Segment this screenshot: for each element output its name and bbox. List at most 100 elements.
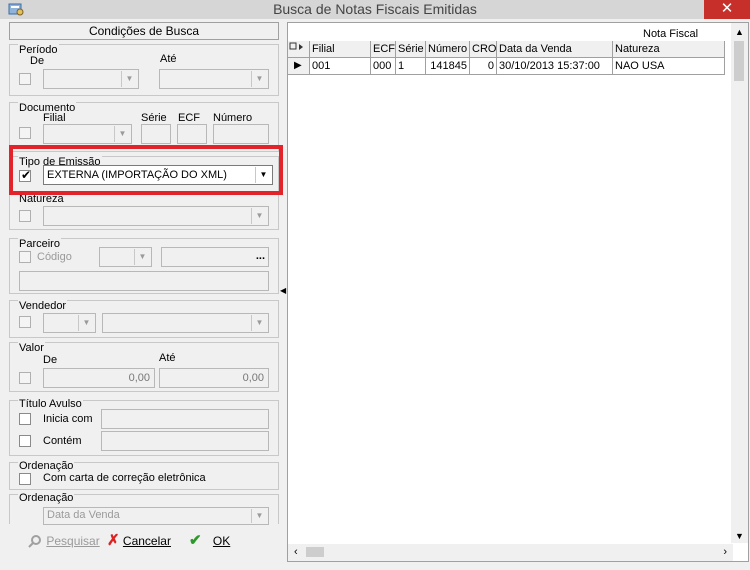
chevron-down-icon: ▼	[251, 71, 267, 87]
close-button[interactable]: ✕	[704, 0, 750, 19]
valor-group: Valor De Até 0,00 0,00	[9, 342, 279, 392]
periodo-ate-label: Até	[160, 53, 177, 65]
window-title: Busca de Notas Fiscais Emitidas	[273, 1, 477, 17]
valor-ate-input[interactable]: 0,00	[159, 368, 269, 388]
parceiro-checkbox[interactable]	[19, 251, 31, 263]
documento-checkbox[interactable]	[19, 127, 31, 139]
contem-checkbox[interactable]	[19, 435, 31, 447]
documento-serie-input[interactable]	[141, 124, 171, 144]
chevron-down-icon: ▼	[121, 71, 137, 87]
inicia-com-input[interactable]	[101, 409, 269, 429]
titulo-avulso-group: Título Avulso Inicia com Contém	[9, 398, 279, 456]
vendedor-name-dropdown[interactable]: ▼	[102, 313, 269, 333]
scroll-down-icon: ▼	[735, 531, 744, 541]
valor-de-value: 0,00	[128, 372, 150, 384]
periodo-de-dropdown[interactable]: ▼	[43, 69, 139, 89]
carta-correcao-label: Com carta de correção eletrônica	[43, 472, 206, 484]
parceiro-label: Parceiro	[18, 238, 61, 250]
carta-correcao-checkbox[interactable]	[19, 473, 31, 485]
titulo-avulso-label: Título Avulso	[18, 398, 83, 410]
parceiro-lookup-button[interactable]: ...	[256, 250, 265, 262]
cell-filial[interactable]: 001	[310, 58, 371, 75]
results-grid: Nota Fiscal Filial ECF Série Número CRO …	[287, 22, 749, 562]
valor-de-input[interactable]: 0,00	[43, 368, 155, 388]
search-conditions-panel: Condições de Busca Período De Até ▼ ▼ Do…	[9, 22, 279, 562]
chevron-down-icon: ▼	[114, 126, 130, 142]
contem-label: Contém	[43, 435, 82, 447]
parceiro-name-field	[19, 271, 269, 291]
column-header-ecf[interactable]: ECF	[371, 41, 396, 58]
chevron-down-icon: ▼	[251, 509, 267, 523]
documento-filial-dropdown[interactable]: ▼	[43, 124, 132, 144]
natureza-dropdown[interactable]: ▼	[43, 206, 269, 226]
contem-input[interactable]	[101, 431, 269, 451]
inicia-com-checkbox[interactable]	[19, 413, 31, 425]
search-icon	[28, 534, 41, 548]
ordenacao-value: Data da Venda	[47, 509, 120, 521]
periodo-group: Período De Até ▼ ▼	[9, 44, 279, 96]
title-bar: Busca de Notas Fiscais Emitidas ✕	[0, 0, 750, 19]
documento-serie-label: Série	[141, 112, 167, 124]
checkmark-icon: ✔	[189, 532, 202, 549]
ok-button[interactable]: ✔ OK	[189, 530, 230, 554]
chevron-down-icon: ▼	[78, 315, 94, 331]
valor-de-label: De	[43, 354, 58, 366]
vendedor-label: Vendedor	[18, 300, 68, 312]
parceiro-codigo-label: Código	[37, 251, 72, 263]
vendedor-code-dropdown[interactable]: ▼	[43, 313, 96, 333]
cell-cro[interactable]: 0	[470, 58, 497, 75]
vendedor-checkbox[interactable]	[19, 316, 31, 328]
grid-settings-icon	[289, 42, 303, 50]
parceiro-search-field[interactable]: ...	[161, 247, 269, 267]
valor-ate-label: Até	[159, 352, 176, 364]
horizontal-scrollbar[interactable]: ‹ ›	[288, 544, 733, 561]
valor-ate-value: 0,00	[242, 372, 264, 384]
column-header-natureza[interactable]: Natureza	[613, 41, 725, 58]
cell-numero[interactable]: 141845	[426, 58, 470, 75]
grid-group-header: Nota Fiscal	[643, 28, 699, 40]
parceiro-codigo-dropdown[interactable]: ▼	[99, 247, 152, 267]
ok-label: OK	[212, 534, 231, 548]
cell-data-venda[interactable]: 30/10/2013 15:37:00	[497, 58, 613, 75]
pesquisar-label: Pesquisar	[46, 534, 100, 548]
scroll-left-icon: ‹	[294, 546, 298, 558]
column-header-cro[interactable]: CRO	[470, 41, 497, 58]
cancelar-button[interactable]: ✗ Cancelar	[107, 530, 171, 554]
pesquisar-button[interactable]: Pesquisar	[27, 530, 100, 554]
documento-numero-label: Número	[213, 112, 253, 124]
column-header-serie[interactable]: Série	[396, 41, 426, 58]
column-header-numero[interactable]: Número	[426, 41, 470, 58]
collapse-left-icon: ◀	[280, 286, 287, 295]
vertical-scroll-thumb[interactable]	[734, 41, 744, 81]
cell-ecf[interactable]: 000	[371, 58, 396, 75]
row-indicator-icon: ▶	[288, 58, 310, 75]
valor-checkbox[interactable]	[19, 372, 31, 384]
tipo-emissao-highlight	[9, 145, 283, 195]
horizontal-scroll-thumb[interactable]	[306, 547, 324, 557]
search-conditions-header: Condições de Busca	[9, 22, 279, 40]
column-header-data-venda[interactable]: Data da Venda	[497, 41, 613, 58]
column-header-filial[interactable]: Filial	[310, 41, 371, 58]
periodo-ate-dropdown[interactable]: ▼	[159, 69, 269, 89]
periodo-checkbox[interactable]	[19, 73, 31, 85]
natureza-checkbox[interactable]	[19, 210, 31, 222]
vendedor-group: Vendedor ▼ ▼	[9, 300, 279, 338]
cell-natureza[interactable]: NAO USA	[613, 58, 725, 75]
documento-ecf-input[interactable]	[177, 124, 207, 144]
inicia-com-label: Inicia com	[43, 413, 93, 425]
cell-serie[interactable]: 1	[396, 58, 426, 75]
scroll-up-icon: ▲	[735, 27, 744, 37]
ordenacao-label-1: Ordenação	[18, 460, 75, 472]
documento-numero-input[interactable]	[213, 124, 269, 144]
ordenacao-label-2: Ordenação	[18, 492, 75, 504]
vertical-scrollbar[interactable]: ▲ ▼	[731, 23, 748, 543]
ordenacao-dropdown[interactable]: Data da Venda ▼	[43, 507, 269, 525]
valor-label: Valor	[18, 342, 45, 354]
panel-splitter[interactable]: ◀	[279, 22, 287, 562]
scroll-right-icon: ›	[723, 546, 727, 558]
chevron-down-icon: ▼	[251, 208, 267, 224]
chevron-down-icon: ▼	[251, 315, 267, 331]
documento-filial-label: Filial	[43, 112, 66, 124]
cancel-icon: ✗	[107, 532, 120, 549]
documento-ecf-label: ECF	[178, 112, 200, 124]
